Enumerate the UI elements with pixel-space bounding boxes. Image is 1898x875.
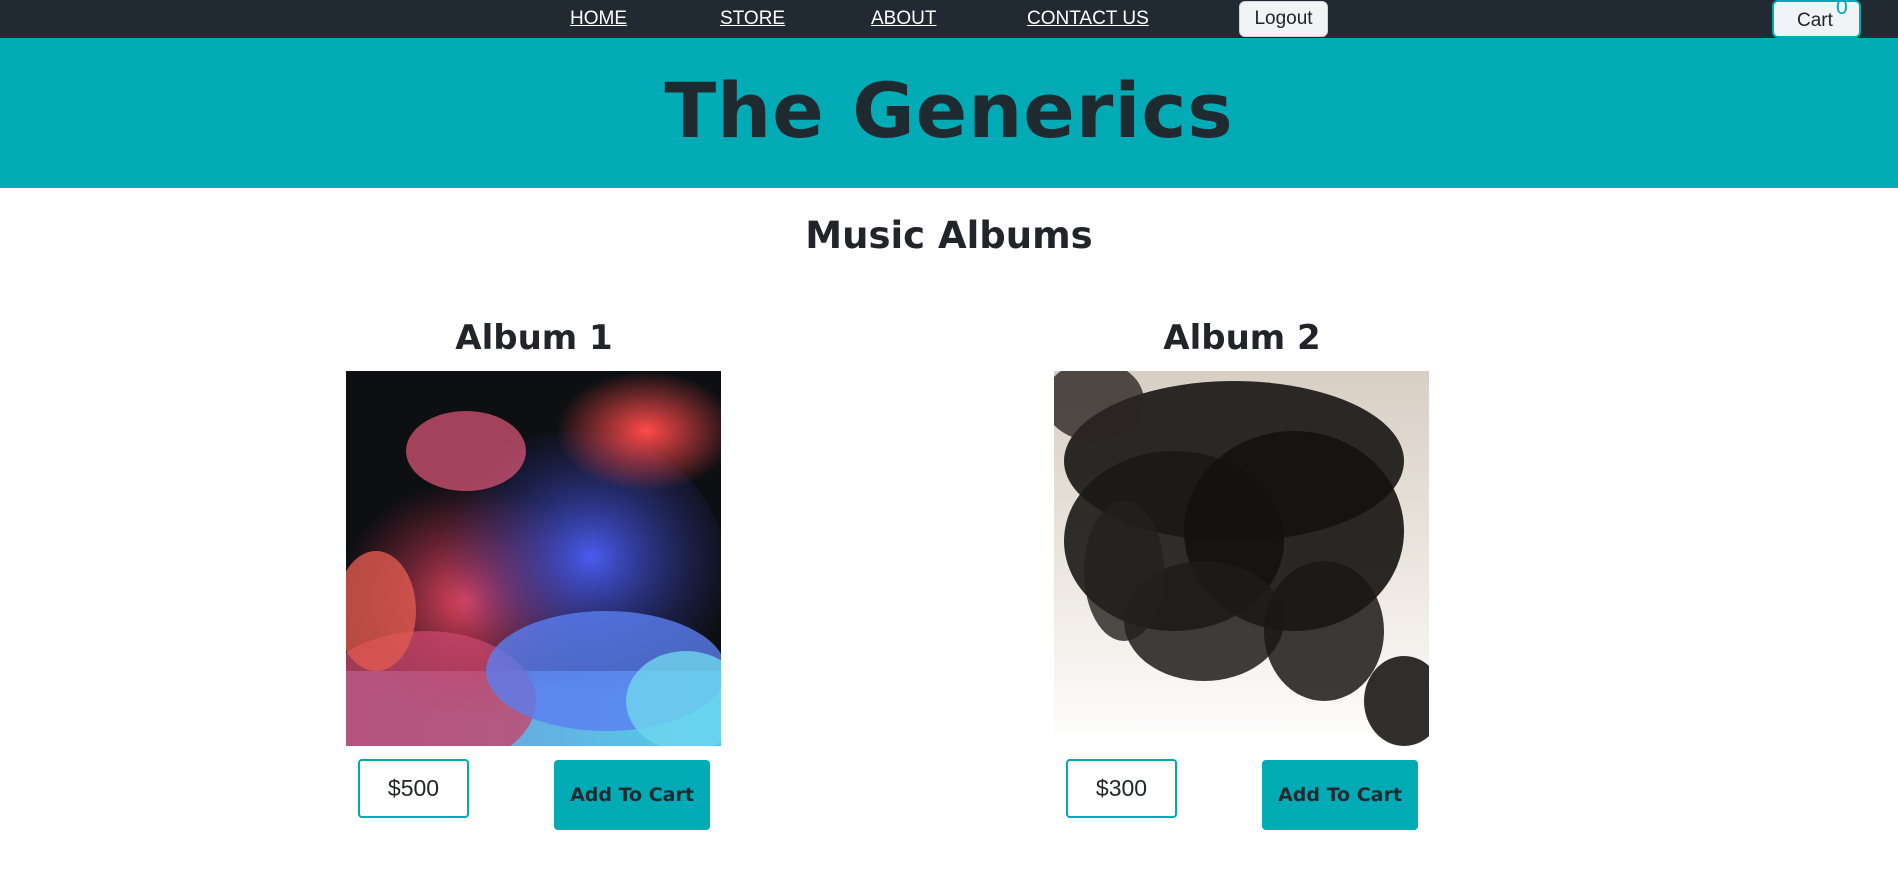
album-title: Album 2	[1163, 318, 1321, 358]
album-title: Album 1	[455, 318, 613, 358]
price-tag: $500	[358, 759, 469, 818]
album-cover-image[interactable]	[1054, 371, 1429, 746]
colorful-smoke-art	[346, 371, 721, 746]
site-title: The Generics	[664, 66, 1234, 155]
hero-banner: The Generics	[0, 38, 1898, 188]
nav-link-about[interactable]: ABOUT	[871, 8, 936, 30]
cart-button[interactable]: Cart 0	[1772, 0, 1861, 38]
cart-count-badge: 0	[1836, 0, 1848, 19]
top-navbar: HOME STORE ABOUT CONTACT US Logout Cart …	[0, 0, 1898, 38]
logout-button[interactable]: Logout	[1239, 1, 1328, 37]
nav-link-contact-us[interactable]: CONTACT US	[1027, 8, 1149, 30]
price-tag: $300	[1066, 759, 1177, 818]
section-title: Music Albums	[805, 214, 1093, 257]
album-cover-image[interactable]	[346, 371, 721, 746]
cart-label: Cart	[1797, 10, 1833, 31]
add-to-cart-button[interactable]: Add To Cart	[1262, 760, 1418, 830]
nav-link-home[interactable]: HOME	[570, 8, 627, 30]
add-to-cart-button[interactable]: Add To Cart	[554, 760, 710, 830]
nav-link-store[interactable]: STORE	[720, 8, 785, 30]
ink-smoke-art	[1054, 371, 1429, 746]
